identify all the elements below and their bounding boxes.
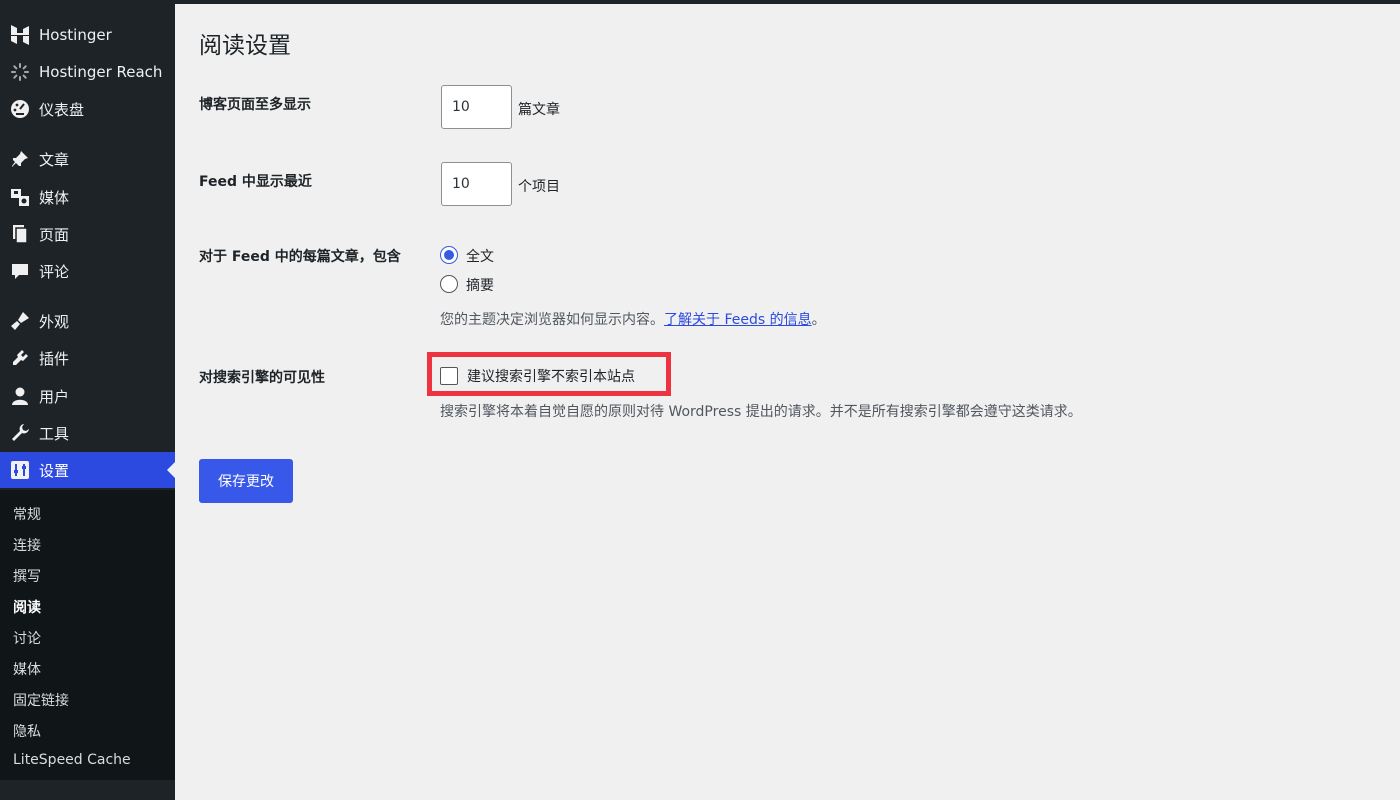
posts-per-page-label: 博客页面至多显示	[199, 97, 311, 113]
sidebar-item-label: Hostinger	[39, 26, 112, 44]
submenu-item-media[interactable]: 媒体	[13, 659, 41, 679]
sidebar-item-posts[interactable]: 文章	[0, 141, 175, 177]
sidebar-item-label: 工具	[39, 424, 70, 443]
plugin-icon	[9, 347, 31, 369]
sidebar-item-label: 外观	[39, 312, 70, 331]
wrench-icon	[9, 422, 31, 444]
hostinger-logo-icon	[9, 24, 31, 46]
admin-sidebar: Hostinger Hostinger Reach 仪表盘 文章 媒体 页面 评…	[0, 0, 175, 800]
submenu-item-permalinks[interactable]: 固定链接	[13, 690, 69, 710]
submenu-item-discussion[interactable]: 讨论	[13, 628, 41, 648]
discourage-search-checkbox[interactable]	[440, 367, 458, 385]
posts-per-page-suffix: 篇文章	[518, 102, 560, 118]
feed-content-label: 对于 Feed 中的每篇文章，包含	[199, 249, 401, 265]
main-content: 阅读设置 博客页面至多显示 篇文章 Feed 中显示最近 个项目 对于 Feed…	[175, 4, 1400, 800]
sidebar-item-plugins[interactable]: 插件	[0, 340, 175, 376]
comment-icon	[9, 260, 31, 282]
media-icon	[9, 186, 31, 208]
pin-icon	[9, 148, 31, 170]
user-icon	[9, 385, 31, 407]
search-visibility-label: 对搜索引擎的可见性	[199, 370, 325, 386]
feed-items-suffix: 个项目	[518, 179, 560, 195]
sidebar-item-media[interactable]: 媒体	[0, 179, 175, 215]
excerpt-radio-label[interactable]: 摘要	[466, 275, 494, 295]
sidebar-item-users[interactable]: 用户	[0, 378, 175, 414]
sidebar-item-dashboard[interactable]: 仪表盘	[0, 91, 175, 127]
save-changes-button[interactable]: 保存更改	[199, 459, 293, 503]
sidebar-item-pages[interactable]: 页面	[0, 216, 175, 252]
sidebar-item-tools[interactable]: 工具	[0, 415, 175, 451]
sidebar-item-label: 评论	[39, 262, 70, 281]
sidebar-item-label: 设置	[39, 461, 70, 480]
feed-items-label: Feed 中显示最近	[199, 174, 312, 190]
page-title: 阅读设置	[199, 33, 291, 59]
dashboard-icon	[9, 98, 31, 120]
search-visibility-description: 搜索引擎将本着自觉自愿的原则对待 WordPress 提出的请求。并不是所有搜索…	[440, 404, 1082, 420]
sidebar-item-settings[interactable]: 设置	[0, 452, 175, 488]
submenu-item-reading[interactable]: 阅读	[13, 597, 41, 617]
sidebar-item-label: 页面	[39, 225, 70, 244]
full-text-radio-label[interactable]: 全文	[466, 246, 494, 266]
full-text-radio[interactable]	[440, 246, 458, 264]
submenu-item-litespeed-cache[interactable]: LiteSpeed Cache	[13, 752, 131, 768]
learn-about-feeds-link[interactable]: 了解关于 Feeds 的信息	[664, 312, 812, 328]
sidebar-item-label: 插件	[39, 349, 70, 368]
submenu-item-general[interactable]: 常规	[13, 504, 41, 524]
settings-submenu: 常规 连接 撰写 阅读 讨论 媒体 固定链接 隐私 LiteSpeed Cach…	[0, 490, 175, 780]
submenu-item-writing[interactable]: 撰写	[13, 566, 41, 586]
feed-items-input[interactable]	[441, 162, 512, 206]
excerpt-radio[interactable]	[440, 275, 458, 293]
sidebar-item-label: 用户	[39, 387, 70, 406]
submenu-item-privacy[interactable]: 隐私	[13, 721, 41, 741]
pages-icon	[9, 223, 31, 245]
sidebar-item-hostinger-reach[interactable]: Hostinger Reach	[0, 54, 175, 90]
appearance-icon	[9, 310, 31, 332]
sidebar-item-label: 文章	[39, 150, 70, 169]
spinner-icon	[9, 61, 31, 83]
settings-icon	[9, 459, 31, 481]
sidebar-item-comments[interactable]: 评论	[0, 253, 175, 289]
submenu-item-connect[interactable]: 连接	[13, 535, 41, 555]
sidebar-item-label: 仪表盘	[39, 100, 85, 119]
sidebar-item-label: 媒体	[39, 188, 70, 207]
posts-per-page-input[interactable]	[441, 85, 512, 129]
sidebar-item-hostinger[interactable]: Hostinger	[0, 17, 175, 53]
sidebar-item-label: Hostinger Reach	[39, 63, 163, 81]
feed-content-description: 您的主题决定浏览器如何显示内容。了解关于 Feeds 的信息。	[440, 312, 826, 328]
sidebar-item-appearance[interactable]: 外观	[0, 303, 175, 339]
discourage-search-checkbox-label[interactable]: 建议搜索引擎不索引本站点	[467, 366, 635, 386]
